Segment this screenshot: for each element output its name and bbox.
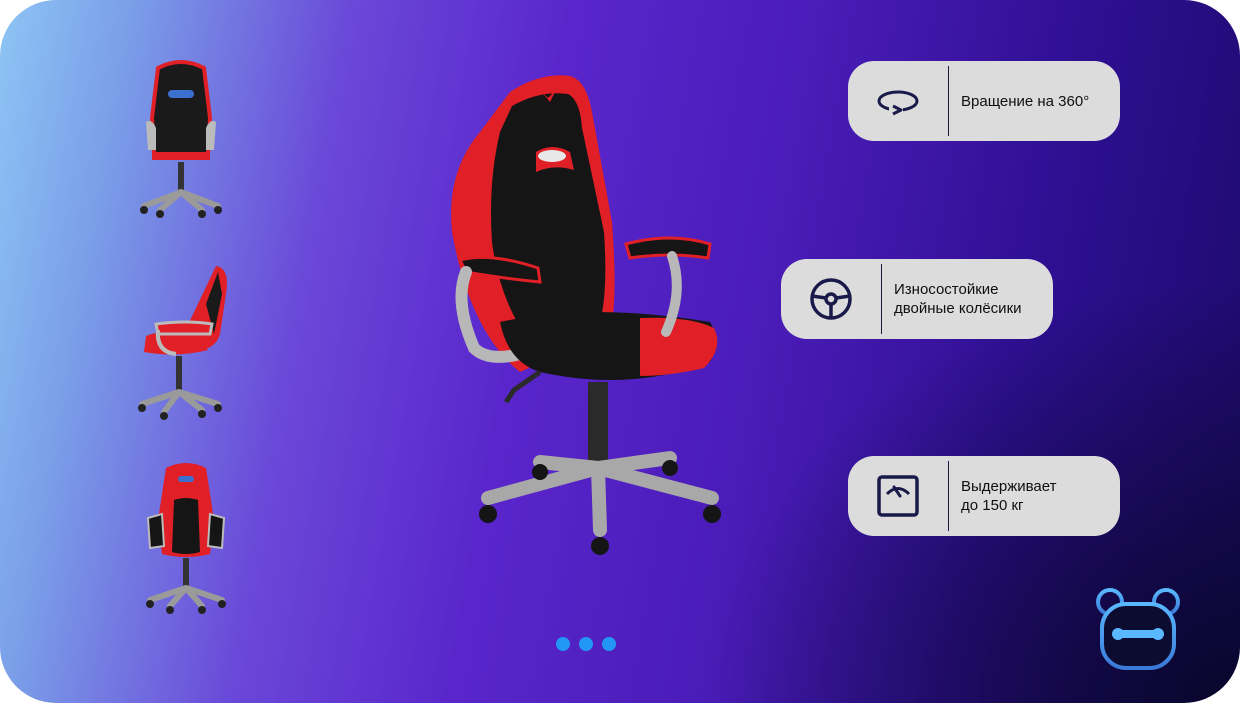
thumbnail-front-view[interactable] xyxy=(144,460,228,614)
carousel-dot-3[interactable] xyxy=(602,637,616,651)
feature-line: Выдерживает xyxy=(961,478,1057,495)
rotate-360-icon xyxy=(848,61,948,141)
feature-wheels: Износостойкие двойные колёсики xyxy=(781,259,1053,339)
feature-capacity: Выдерживает до 150 кг xyxy=(848,456,1120,536)
carousel-dot-2[interactable] xyxy=(579,637,593,651)
carousel-dots xyxy=(556,637,616,651)
main-chair-image xyxy=(440,72,730,567)
product-card: Вращение на 360° Износостойкие двойные к… xyxy=(0,0,1240,703)
feature-text: Износостойкие двойные колёсики xyxy=(882,280,1034,318)
feature-rotation: Вращение на 360° xyxy=(848,61,1120,141)
scale-icon xyxy=(848,456,948,536)
thumbnail-back-view[interactable] xyxy=(138,58,224,224)
feature-line: до 150 кг xyxy=(961,497,1024,514)
thumbnail-side-view[interactable] xyxy=(136,264,230,424)
feature-line: двойные колёсики xyxy=(894,300,1022,317)
carousel-dot-1[interactable] xyxy=(556,637,570,651)
brand-logo-icon xyxy=(1092,586,1184,677)
feature-text: Вращение на 360° xyxy=(949,92,1101,111)
wheel-icon xyxy=(781,259,881,339)
feature-line: Износостойкие xyxy=(894,281,999,298)
feature-text: Выдерживает до 150 кг xyxy=(949,477,1069,515)
feature-line: Вращение на 360° xyxy=(961,92,1090,110)
